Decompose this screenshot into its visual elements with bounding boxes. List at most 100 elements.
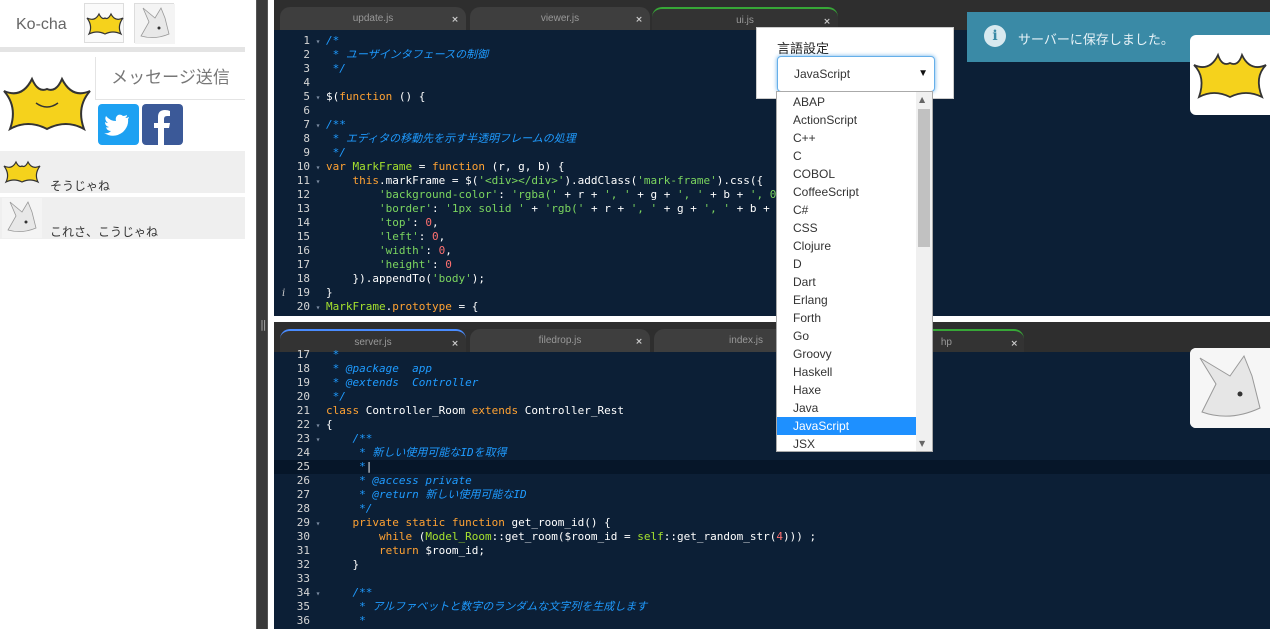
code-line[interactable]: 24 * 新しい使用可能なIDを取得 [274, 446, 1270, 460]
code-line[interactable]: 15 'left': 0, [274, 230, 1270, 244]
language-dropdown-list[interactable]: ABAP ActionScript C++ C COBOL CoffeeScript C# C… [776, 91, 933, 452]
sidebar: Ko-cha メッセージ送信 そうじゃね これさ、こうじゃね [0, 0, 245, 629]
code-line[interactable]: 18 }).appendTo('body'); [274, 272, 1270, 286]
code-line[interactable]: 23 ▾ /** [274, 432, 1270, 446]
language-option[interactable]: C++ [777, 129, 916, 147]
code-line[interactable]: 10 ▾ var MarkFrame = function (r, g, b) { [274, 160, 1270, 174]
language-option[interactable]: Forth [777, 309, 916, 327]
fox-avatar-icon [1190, 348, 1270, 428]
bat-avatar-icon [3, 160, 41, 184]
tab-viewer-js[interactable]: viewer.js × [470, 7, 650, 30]
code-line[interactable]: 34 ▾ /** [274, 586, 1270, 600]
language-option[interactable]: ActionScript [777, 111, 916, 129]
code-line[interactable]: 16 'width': 0, [274, 244, 1270, 258]
code-text: * アルファベットと数字のランダムな文字列を生成します [326, 600, 648, 613]
language-option[interactable]: Haskell [777, 363, 916, 381]
fold-toggle-icon[interactable]: ▾ [310, 175, 326, 189]
code-line[interactable]: 14 'top': 0, [274, 216, 1270, 230]
user-avatar-bat[interactable] [84, 3, 124, 43]
code-line[interactable]: 26 * @access private [274, 474, 1270, 488]
language-option[interactable]: Dart [777, 273, 916, 291]
fold-toggle-icon[interactable]: ▾ [310, 161, 326, 175]
code-line[interactable]: 28 */ [274, 502, 1270, 516]
code-line[interactable]: 19} [274, 286, 1270, 300]
fold-toggle-icon[interactable]: ▾ [310, 35, 326, 49]
language-option[interactable]: Erlang [777, 291, 916, 309]
language-option[interactable]: JavaScript [777, 417, 916, 435]
language-select[interactable]: JavaScript ▼ [777, 56, 935, 92]
code-text: * @access private [326, 474, 472, 487]
close-icon[interactable]: × [634, 337, 644, 347]
code-line[interactable]: 27 * @return 新しい使用可能なID [274, 488, 1270, 502]
send-message-button[interactable]: メッセージ送信 [95, 57, 245, 100]
code-text: /* [326, 34, 340, 47]
close-icon[interactable]: × [634, 15, 644, 25]
twitter-button[interactable] [98, 104, 139, 145]
code-text: * [326, 348, 340, 361]
language-option[interactable]: Haxe [777, 381, 916, 399]
close-icon[interactable]: × [822, 17, 832, 27]
code-line[interactable]: 31 return $room_id; [274, 544, 1270, 558]
code-line[interactable]: 22 ▾{ [274, 418, 1270, 432]
language-option[interactable]: CSS [777, 219, 916, 237]
fold-toggle-icon[interactable]: ▾ [310, 119, 326, 133]
code-line[interactable]: 11 ▾ this.markFrame = $('<div></div>').ad… [274, 174, 1270, 188]
code-text: 'height': 0 [378, 258, 452, 271]
code-line[interactable]: 17 * [274, 348, 1270, 362]
dropdown-scrollbar[interactable]: ▲ ▼ [916, 92, 932, 451]
code-line[interactable]: 6 [274, 104, 1270, 118]
code-line[interactable]: 7 ▾/** [274, 118, 1270, 132]
code-line[interactable]: 29 ▾ private static function get_room_id(… [274, 516, 1270, 530]
language-option[interactable]: JSX [777, 435, 916, 451]
language-option[interactable]: CoffeeScript [777, 183, 916, 201]
language-option[interactable]: Java [777, 399, 916, 417]
participant-avatar-fox[interactable] [1190, 348, 1270, 428]
language-option[interactable]: Go [777, 327, 916, 345]
code-line[interactable]: 8 * エディタの移動先を示す半透明フレームの処理 [274, 132, 1270, 146]
fold-toggle-icon[interactable]: ▾ [310, 587, 326, 601]
line-number: 17 [296, 348, 310, 361]
code-line[interactable]: 13 'border': '1px solid ' + 'rgb(' + r +… [274, 202, 1270, 216]
scrollbar-thumb[interactable] [918, 109, 930, 247]
fold-toggle-icon[interactable]: ▾ [310, 301, 326, 315]
code-area[interactable]: 17 * 18 * @package app 19 * @extends Contr… [274, 348, 1270, 628]
scroll-down-icon[interactable]: ▼ [919, 439, 925, 448]
user-avatar-fox[interactable] [134, 3, 175, 44]
language-option[interactable]: C# [777, 201, 916, 219]
tab-update-js[interactable]: update.js × [280, 7, 466, 30]
code-line[interactable]: 19 * @extends Controller [274, 376, 1270, 390]
code-line[interactable]: 33 [274, 572, 1270, 586]
code-line[interactable]: 21 class Controller_Room extends Controll… [274, 404, 1270, 418]
fold-toggle-icon[interactable]: ▾ [310, 517, 326, 531]
code-line[interactable]: 25 *| [274, 460, 1270, 474]
scroll-up-icon[interactable]: ▲ [919, 95, 925, 104]
code-line[interactable]: 36 * [274, 614, 1270, 628]
twitter-icon [104, 114, 129, 136]
language-option[interactable]: ABAP [777, 93, 916, 111]
close-icon[interactable]: × [450, 15, 460, 25]
fold-toggle-icon[interactable]: ▾ [310, 91, 326, 105]
participant-avatar-bat[interactable] [1190, 35, 1270, 115]
fold-toggle-icon[interactable]: ▾ [310, 419, 326, 433]
code-line[interactable]: 32 } [274, 558, 1270, 572]
code-text: 'width': 0, [378, 244, 452, 257]
code-line[interactable]: 20 */ [274, 390, 1270, 404]
editor-splitter[interactable]: ‖ [256, 0, 268, 629]
code-line[interactable]: 9 */ [274, 146, 1270, 160]
language-option[interactable]: COBOL [777, 165, 916, 183]
code-text: return $room_id; [378, 544, 485, 557]
code-line[interactable]: 30 while (Model_Room::get_room($room_id … [274, 530, 1270, 544]
language-option[interactable]: Groovy [777, 345, 916, 363]
line-number: 24 [296, 446, 310, 459]
editor-bottom[interactable]: server.js × filedrop.js × index.js × hp … [274, 322, 1270, 629]
language-option[interactable]: C [777, 147, 916, 165]
code-line[interactable]: 17 'height': 0 [274, 258, 1270, 272]
code-line[interactable]: 20 ▾ MarkFrame.prototype = { [274, 300, 1270, 314]
fold-toggle-icon[interactable]: ▾ [310, 433, 326, 447]
language-option[interactable]: D [777, 255, 916, 273]
code-line[interactable]: 12 'background-color': 'rgba(' + r + ', … [274, 188, 1270, 202]
code-line[interactable]: 35 * アルファベットと数字のランダムな文字列を生成します [274, 600, 1270, 614]
code-line[interactable]: 18 * @package app [274, 362, 1270, 376]
facebook-button[interactable] [142, 104, 183, 145]
language-option[interactable]: Clojure [777, 237, 916, 255]
